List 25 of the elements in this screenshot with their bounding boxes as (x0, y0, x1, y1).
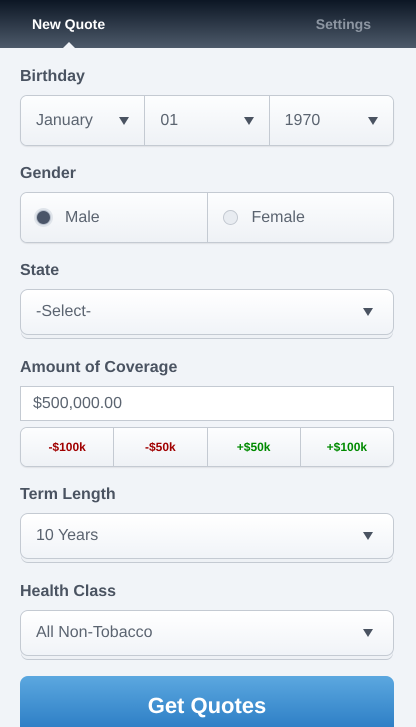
dropdown[interactable]: 01 (144, 96, 269, 145)
get-quotes-button[interactable]: Get Quotes (20, 676, 394, 727)
dropdown[interactable]: 1970 (268, 96, 393, 145)
caret-icon (363, 532, 373, 540)
field-label: Health Class (20, 583, 118, 601)
nav-tab[interactable]: New Quote (32, 0, 106, 48)
field-label: Amount of Coverage (20, 359, 178, 377)
caret-icon (368, 116, 378, 124)
caret-icon (244, 116, 254, 124)
adjust-button[interactable]: -$50k (113, 428, 206, 466)
radio-option[interactable]: Male (21, 193, 206, 242)
dropdown[interactable]: January (21, 96, 144, 145)
field-label: State (20, 262, 60, 280)
caret-icon (119, 116, 130, 124)
field-label: Term Length (20, 486, 117, 504)
radio-option[interactable]: Female (206, 193, 393, 242)
adjust-button[interactable]: +$100k (300, 428, 393, 466)
input-field[interactable]: $500,000.00 (20, 386, 394, 421)
nav-tab[interactable]: Settings (316, 0, 371, 48)
caret-icon (363, 308, 373, 316)
adjust-button[interactable]: +$50k (206, 428, 300, 466)
adjust-button[interactable]: -$100k (21, 428, 114, 466)
field-label: Gender (20, 165, 78, 183)
caret-icon (363, 629, 373, 637)
field-label: Birthday (20, 68, 86, 86)
